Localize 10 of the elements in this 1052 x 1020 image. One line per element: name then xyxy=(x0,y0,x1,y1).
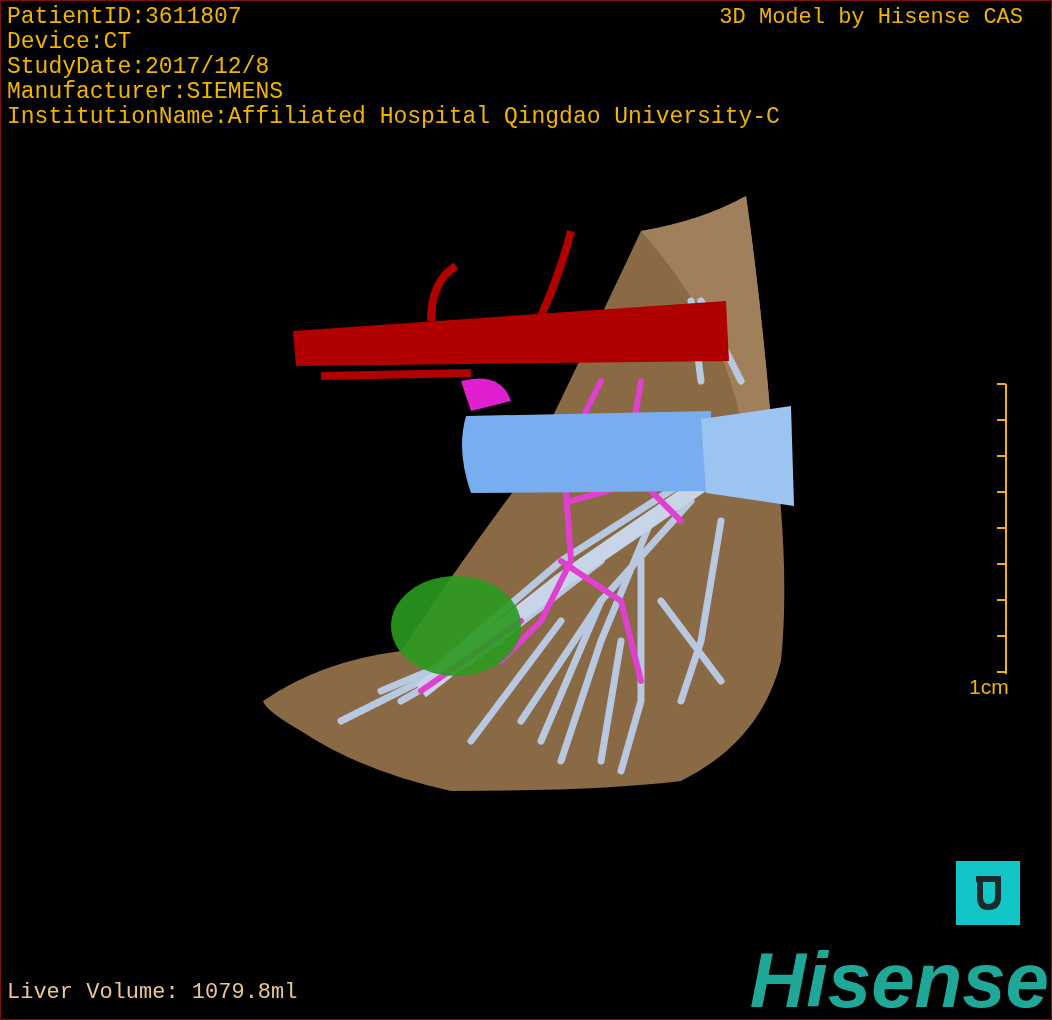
patient-info-text: InstitutionName:Affiliated Hospital Qingdao University-C xyxy=(7,105,780,130)
logo-text: Hisense xyxy=(749,935,1049,1019)
patient-info-text: Manufacturer:SIEMENS xyxy=(7,80,284,105)
patient-info-text: Device:CT xyxy=(7,30,132,55)
scale-label: 1cm xyxy=(969,675,1009,699)
tile-icon[interactable] xyxy=(956,861,1020,925)
patient-info-text: PatientID:3611807 xyxy=(7,5,242,30)
liver-volume-text: Liver Volume: 1079.8ml xyxy=(7,980,298,1005)
patient-info-text: StudyDate:2017/12/8 xyxy=(7,55,270,80)
viewer-title: 3D Model by Hisense CAS xyxy=(719,5,1023,30)
